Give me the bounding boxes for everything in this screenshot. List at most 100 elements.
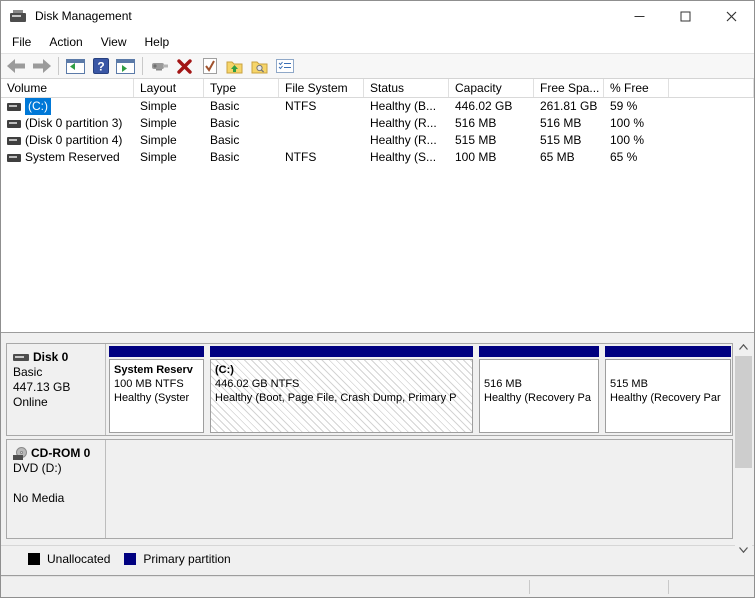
- volume-row-system-reserved[interactable]: System Reserved Simple Basic NTFS Health…: [1, 149, 754, 166]
- folder-explore-icon[interactable]: [248, 55, 271, 77]
- show-console-tree-icon[interactable]: [64, 55, 87, 77]
- primary-partition-strip: [479, 346, 599, 357]
- toolbar-separator: [58, 57, 59, 75]
- column-header-free-space[interactable]: Free Spa...: [534, 79, 604, 97]
- primary-partition-swatch: [124, 553, 136, 565]
- menu-help[interactable]: Help: [136, 33, 179, 51]
- cdrom-icon: [13, 447, 28, 460]
- cell-layout: Simple: [134, 115, 204, 132]
- minimize-button[interactable]: [616, 1, 662, 31]
- volume-name: System Reserved: [25, 149, 120, 166]
- cdrom-media-area: [106, 440, 732, 538]
- scroll-up-icon[interactable]: [735, 339, 752, 354]
- cell-pct-free: 100 %: [604, 132, 669, 149]
- menu-file[interactable]: File: [3, 33, 40, 51]
- partition-name: [484, 363, 594, 377]
- partition-status: Healthy (Recovery Pa: [484, 391, 594, 405]
- cell-type: Basic: [204, 132, 279, 149]
- cdrom-label-panel[interactable]: CD-ROM 0 DVD (D:) No Media: [7, 440, 106, 538]
- scroll-down-icon[interactable]: [735, 542, 752, 557]
- delete-volume-icon[interactable]: [173, 55, 196, 77]
- partition-recovery-516[interactable]: 516 MB Healthy (Recovery Pa: [479, 346, 599, 433]
- disk0-label-panel[interactable]: Disk 0 Basic 447.13 GB Online: [7, 344, 106, 435]
- legend-label: Unallocated: [47, 552, 110, 566]
- primary-partition-strip: [605, 346, 731, 357]
- console-window-icon[interactable]: [148, 55, 171, 77]
- volume-icon: [7, 136, 21, 146]
- volume-list: Volume Layout Type File System Status Ca…: [1, 79, 754, 332]
- partition-size: 515 MB: [610, 377, 726, 391]
- cell-pct-free: 100 %: [604, 115, 669, 132]
- cell-free-space: 515 MB: [534, 132, 604, 149]
- cell-status: Healthy (R...: [364, 132, 449, 149]
- cdrom-row: CD-ROM 0 DVD (D:) No Media: [6, 439, 733, 539]
- partition-recovery-515[interactable]: 515 MB Healthy (Recovery Par: [605, 346, 731, 433]
- vertical-scrollbar[interactable]: [735, 339, 752, 557]
- toolbar: ?: [1, 53, 754, 79]
- volume-icon: [7, 153, 21, 163]
- properties-check-icon[interactable]: [198, 55, 221, 77]
- column-header-capacity[interactable]: Capacity: [449, 79, 534, 97]
- cell-type: Basic: [204, 98, 279, 115]
- disk-management-window: Disk Management File Action View Help: [0, 0, 755, 598]
- legend-label: Primary partition: [143, 552, 230, 566]
- cdrom-media-status: No Media: [13, 491, 101, 506]
- cell-file-system: [279, 115, 364, 132]
- disk0-status: Online: [13, 395, 101, 410]
- maximize-button[interactable]: [662, 1, 708, 31]
- column-header-pct-free[interactable]: % Free: [604, 79, 669, 97]
- forward-icon[interactable]: [30, 55, 53, 77]
- partition-c-selected[interactable]: (C:) 446.02 GB NTFS Healthy (Boot, Page …: [210, 346, 473, 433]
- volume-name: (Disk 0 partition 3): [25, 115, 122, 132]
- graphical-view-pane: Disk 0 Basic 447.13 GB Online System Res…: [1, 336, 754, 576]
- help-icon[interactable]: ?: [89, 55, 112, 77]
- partition-status: Healthy (Syster: [114, 391, 199, 405]
- partition-status: Healthy (Recovery Par: [610, 391, 726, 405]
- cell-status: Healthy (R...: [364, 115, 449, 132]
- column-header-layout[interactable]: Layout: [134, 79, 204, 97]
- cell-file-system: NTFS: [279, 149, 364, 166]
- scrollbar-thumb[interactable]: [735, 356, 752, 468]
- menu-view[interactable]: View: [92, 33, 136, 51]
- volume-list-header: Volume Layout Type File System Status Ca…: [1, 79, 754, 98]
- cell-free-space: 516 MB: [534, 115, 604, 132]
- volume-row-c[interactable]: (C:) Simple Basic NTFS Healthy (B... 446…: [1, 98, 754, 115]
- disk0-size: 447.13 GB: [13, 380, 101, 395]
- toolbar-separator: [142, 57, 143, 75]
- legend-primary-partition: Primary partition: [124, 552, 230, 566]
- details-list-icon[interactable]: [273, 55, 296, 77]
- disk-management-app-icon: [10, 10, 27, 23]
- disk0-row: Disk 0 Basic 447.13 GB Online System Res…: [6, 343, 733, 436]
- status-bar-divider: [668, 580, 669, 594]
- column-header-status[interactable]: Status: [364, 79, 449, 97]
- title-bar: Disk Management: [1, 1, 754, 31]
- status-bar: [1, 576, 754, 597]
- back-icon[interactable]: [5, 55, 28, 77]
- menu-action[interactable]: Action: [40, 33, 91, 51]
- partition-size: 100 MB NTFS: [114, 377, 199, 391]
- cell-type: Basic: [204, 115, 279, 132]
- cell-capacity: 515 MB: [449, 132, 534, 149]
- primary-partition-strip: [109, 346, 204, 357]
- folder-up-icon[interactable]: [223, 55, 246, 77]
- cdrom-drive-letter: DVD (D:): [13, 461, 101, 476]
- cell-pct-free: 65 %: [604, 149, 669, 166]
- cell-type: Basic: [204, 149, 279, 166]
- svg-text:?: ?: [97, 60, 104, 74]
- volume-row-partition4[interactable]: (Disk 0 partition 4) Simple Basic Health…: [1, 132, 754, 149]
- cell-capacity: 100 MB: [449, 149, 534, 166]
- legend-bar: Unallocated Primary partition: [1, 545, 754, 571]
- partition-size: 516 MB: [484, 377, 594, 391]
- cdrom-spacer: [13, 476, 101, 491]
- volume-row-partition3[interactable]: (Disk 0 partition 3) Simple Basic Health…: [1, 115, 754, 132]
- partition-system-reserved[interactable]: System Reserv 100 MB NTFS Healthy (Syste…: [109, 346, 204, 433]
- column-header-volume[interactable]: Volume: [1, 79, 134, 97]
- column-header-file-system[interactable]: File System: [279, 79, 364, 97]
- cell-free-space: 261.81 GB: [534, 98, 604, 115]
- column-header-type[interactable]: Type: [204, 79, 279, 97]
- cell-free-space: 65 MB: [534, 149, 604, 166]
- show-action-pane-icon[interactable]: [114, 55, 137, 77]
- close-button[interactable]: [708, 1, 754, 31]
- volume-icon: [7, 102, 21, 112]
- volume-name-selected: (C:): [25, 98, 51, 115]
